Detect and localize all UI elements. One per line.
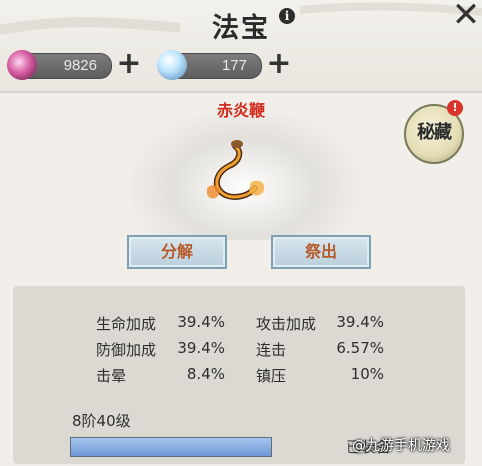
close-icon[interactable]: ✕ bbox=[450, 0, 482, 32]
page-title: 法宝 bbox=[212, 13, 270, 44]
currency-gem: 9826 bbox=[7, 50, 112, 80]
deploy-button[interactable]: 祭出 bbox=[271, 235, 371, 269]
stat-label: 连击 bbox=[256, 341, 287, 359]
add-gem-button[interactable]: + bbox=[116, 49, 142, 79]
stat-value: 39.4% bbox=[177, 339, 225, 357]
orb-count: 177 bbox=[221, 57, 247, 74]
level-progress-bar bbox=[70, 437, 272, 457]
stat-label: 防御加成 bbox=[96, 341, 157, 359]
info-icon[interactable]: i bbox=[279, 8, 295, 24]
watermark: @九游手机游戏 bbox=[352, 438, 450, 454]
stat-value: 6.57% bbox=[336, 339, 384, 357]
flame-whip-icon[interactable] bbox=[195, 138, 275, 210]
stat-value: 8.4% bbox=[186, 365, 225, 383]
level-text: 8阶40级 bbox=[72, 412, 131, 430]
stat-value: 10% bbox=[350, 365, 384, 383]
stat-value: 39.4% bbox=[336, 313, 384, 331]
currency-orb: 177 bbox=[157, 50, 262, 80]
stat-label: 镇压 bbox=[256, 367, 287, 385]
level-progress-fill bbox=[71, 438, 271, 456]
stat-value: 39.4% bbox=[177, 313, 225, 331]
add-orb-button[interactable]: + bbox=[266, 49, 292, 79]
stat-label: 击晕 bbox=[96, 367, 127, 385]
stat-label: 生命加成 bbox=[96, 315, 157, 333]
stat-label: 攻击加成 bbox=[256, 315, 317, 333]
orb-icon bbox=[157, 50, 187, 80]
decompose-button[interactable]: 分解 bbox=[127, 235, 227, 269]
gem-count: 9826 bbox=[63, 57, 97, 74]
alert-badge: ! bbox=[447, 100, 463, 116]
hidden-treasure-label: 秘藏 bbox=[417, 122, 452, 143]
gem-icon bbox=[7, 50, 37, 80]
